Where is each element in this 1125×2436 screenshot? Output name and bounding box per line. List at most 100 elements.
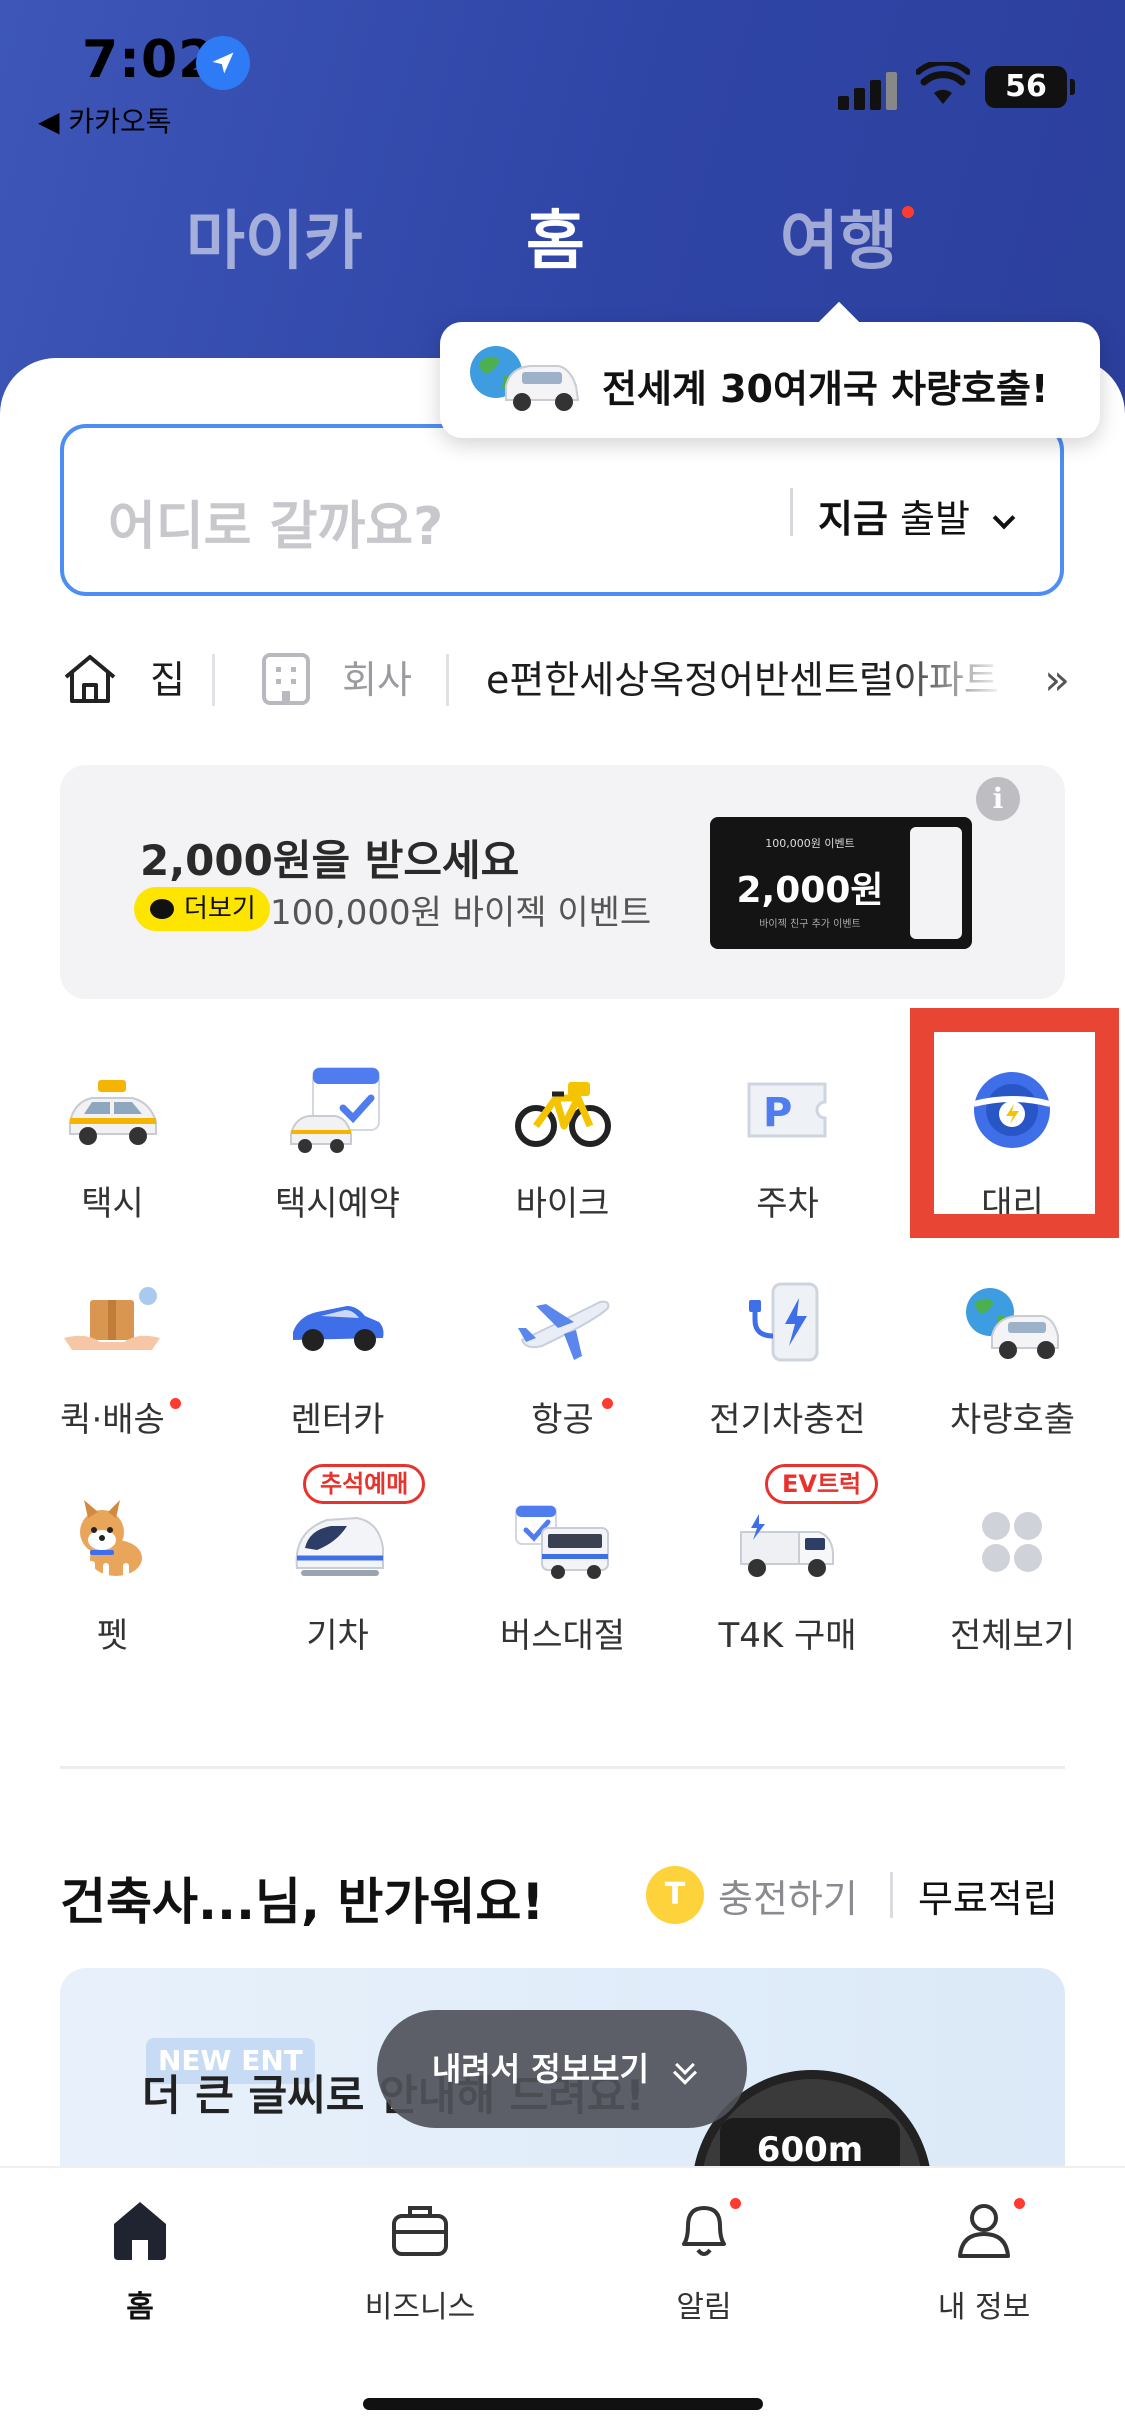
scroll-down-info-button[interactable]: 내려서 정보보기: [377, 2010, 747, 2128]
pet-icon: [80, 1500, 142, 1579]
info-icon[interactable]: i: [976, 777, 1020, 821]
nav-label: 홈: [126, 2290, 154, 2325]
new-dot: [602, 1398, 613, 1409]
bus-charter-icon: [515, 1505, 609, 1579]
chevron-down-icon: [992, 506, 1016, 530]
ticket-bottom-text: 바이젝 친구 추가 이벤트: [759, 919, 861, 930]
shortcut-work-label: 회사: [342, 658, 413, 702]
taxi-reservation-icon: [290, 1067, 380, 1153]
service-taxi-reservation[interactable]: 택시예약: [225, 1040, 450, 1250]
travel-tooltip[interactable]: 전세계 30여개국 차량호출!: [440, 322, 1100, 438]
promo-subtitle: 100,000원 바이젝 이벤트: [270, 893, 652, 933]
truck-promo-badge: EV트럭: [765, 1464, 879, 1504]
search-divider: [790, 488, 793, 536]
divider: [446, 654, 449, 706]
airplane-icon: [518, 1300, 610, 1360]
coin-icon: T: [646, 1866, 704, 1924]
highlight-box: [910, 1008, 1119, 1238]
nav-label: 비즈니스: [364, 2290, 476, 2325]
section-divider: [60, 1766, 1065, 1769]
briefcase-icon: [392, 2206, 448, 2256]
tab-travel[interactable]: 여행: [780, 190, 914, 282]
service-pet[interactable]: 펫: [0, 1472, 225, 1682]
service-label: 퀵·배송: [60, 1400, 165, 1440]
departure-time-rest: 출발: [900, 497, 970, 541]
tab-mycar[interactable]: 마이카: [186, 190, 363, 282]
taxi-icon: [69, 1080, 157, 1145]
shortcuts-more-button[interactable]: »: [1044, 640, 1070, 720]
service-global-car[interactable]: 차량호출: [900, 1256, 1125, 1466]
charge-button[interactable]: 충전하기: [718, 1868, 858, 1923]
parking-icon: P: [747, 1082, 827, 1138]
tab-home[interactable]: 홈: [526, 190, 585, 282]
nav-notifications[interactable]: 알림: [594, 2198, 814, 2338]
service-ev-charging[interactable]: 전기차충전: [675, 1256, 900, 1466]
house-icon: [64, 655, 116, 703]
ticket-top-text: 100,000원 이벤트: [765, 837, 855, 850]
service-label: 항공: [531, 1400, 594, 1440]
nav-home[interactable]: 홈: [30, 2198, 250, 2338]
service-label: 기차: [306, 1616, 369, 1656]
service-train[interactable]: 기차 추석예매: [225, 1464, 450, 1682]
bottom-nav: 홈 비즈니스 알림 내 정보: [0, 2166, 1125, 2436]
shortcut-home-label: 집: [150, 658, 186, 702]
shortcut-work[interactable]: 회사: [260, 640, 412, 720]
tab-travel-label: 여행: [780, 205, 898, 279]
wifi-icon: [916, 62, 970, 104]
rental-car-icon: [293, 1306, 384, 1351]
global-car-icon: [966, 1288, 1059, 1359]
service-label: 펫: [96, 1616, 129, 1656]
departure-time-select[interactable]: 지금 출발: [818, 488, 1016, 543]
cellular-signal-icon: [838, 70, 900, 110]
free-save-button[interactable]: 무료적립: [918, 1868, 1058, 1923]
quick-delivery-icon: [64, 1287, 160, 1350]
bell-icon: [682, 2206, 726, 2256]
promo-more-tag: 더보기: [134, 887, 270, 931]
service-airline[interactable]: 항공: [450, 1256, 675, 1466]
service-label: 렌터카: [290, 1400, 385, 1440]
shortcut-home[interactable]: 집: [60, 640, 185, 720]
building-icon: [262, 653, 310, 705]
battery-icon: 56: [985, 66, 1075, 108]
service-label: 택시예약: [274, 1184, 401, 1224]
double-chevron-down-icon: [675, 2055, 696, 2075]
service-view-all[interactable]: 전체보기: [900, 1472, 1125, 1682]
destination-search[interactable]: 어디로 갈까요? 지금 출발: [60, 424, 1064, 596]
train-icon: [295, 1516, 384, 1576]
truck-icon: [740, 1514, 834, 1577]
ticket-stub: [910, 827, 962, 939]
departure-time-bold: 지금: [818, 497, 888, 541]
nav-label: 내 정보: [937, 2290, 1031, 2325]
service-label: 버스대절: [499, 1616, 626, 1656]
service-label: 주차: [756, 1184, 819, 1224]
service-quick-delivery[interactable]: 퀵·배송: [0, 1256, 225, 1466]
nav-profile[interactable]: 내 정보: [874, 2198, 1094, 2338]
global-car-icon: [470, 346, 580, 411]
service-label: 차량호출: [949, 1400, 1076, 1440]
divider: [212, 654, 215, 706]
view-all-icon: [982, 1512, 1042, 1572]
service-label: 전기차충전: [709, 1400, 866, 1440]
service-rental-car[interactable]: 렌터카: [225, 1256, 450, 1466]
nav-business[interactable]: 비즈니스: [310, 2198, 530, 2338]
promo-banner[interactable]: 2,000원을 받으세요 더보기 100,000원 바이젝 이벤트 100,00…: [60, 765, 1065, 999]
new-dot: [901, 206, 914, 218]
profile-icon: [958, 2204, 1010, 2258]
nav-label: 알림: [676, 2290, 732, 2325]
service-label: 전체보기: [949, 1616, 1076, 1656]
service-taxi[interactable]: 택시: [0, 1040, 225, 1250]
service-bus-charter[interactable]: 버스대절: [450, 1472, 675, 1682]
home-icon: [114, 2202, 166, 2260]
service-parking[interactable]: P 주차: [675, 1040, 900, 1250]
service-truck-purchase[interactable]: T4K 구매 EV트럭: [675, 1464, 900, 1682]
service-bike[interactable]: 바이크: [450, 1040, 675, 1250]
service-label: T4K 구매: [718, 1616, 857, 1656]
ticket-amount: 2,000원: [736, 870, 884, 911]
shortcut-recent[interactable]: e편한세상옥정어반센트럴아파트: [486, 640, 1006, 720]
ev-charger-icon: [749, 1282, 819, 1362]
promo-ticket-image: 100,000원 이벤트 2,000원 바이젝 친구 추가 이벤트: [710, 817, 972, 949]
search-input[interactable]: 어디로 갈까요?: [108, 484, 443, 559]
train-promo-badge: 추석예매: [303, 1464, 426, 1504]
service-label: 바이크: [515, 1184, 610, 1224]
back-to-app-link[interactable]: ◀ 카카오톡: [38, 100, 171, 140]
